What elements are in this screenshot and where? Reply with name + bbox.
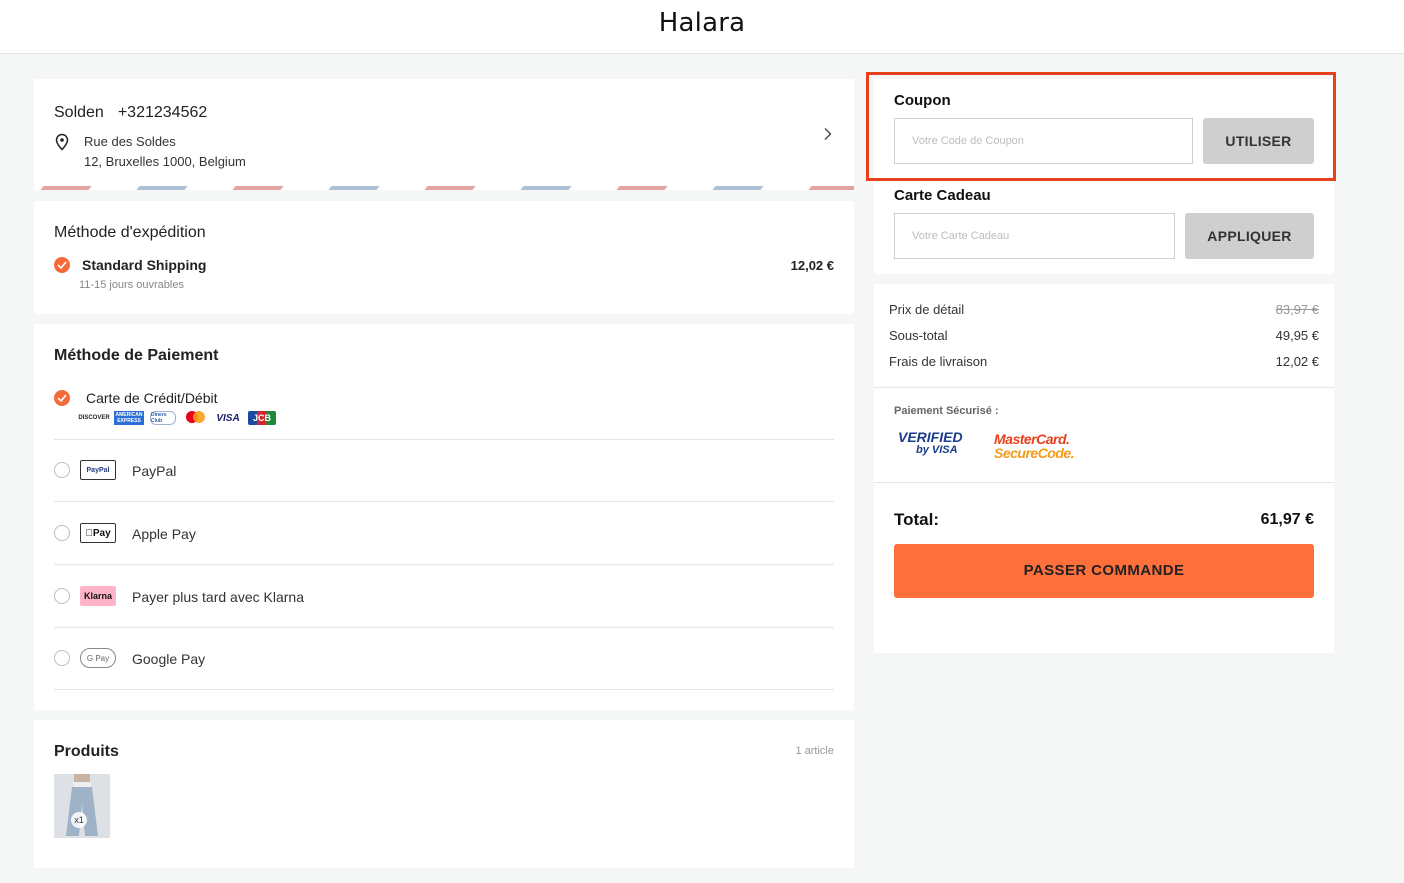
mastercard-logo — [182, 411, 208, 425]
product-image — [54, 774, 110, 838]
apple-pay-icon: Pay — [80, 523, 116, 543]
subtotal-value: 49,95 € — [1275, 328, 1319, 343]
paypal-icon: PayPal — [80, 460, 116, 480]
gift-card-input[interactable] — [894, 213, 1175, 259]
retail-price-label: Prix de détail — [889, 302, 965, 317]
retail-price-row: Prix de détail 83,97 € — [889, 302, 1319, 317]
card-logos: DISCOVER AMERICAN EXPRESS Diners Club VI… — [78, 410, 276, 426]
top-bar: Halara — [0, 0, 1404, 54]
payment-method-card: Méthode de Paiement Carte de Crédit/Débi… — [34, 324, 854, 710]
apple-pay-radio[interactable] — [54, 525, 70, 541]
divider — [874, 482, 1334, 483]
apple-pay-label[interactable]: Apple Pay — [132, 526, 196, 542]
address-contact: Solden +321234562 — [54, 104, 207, 122]
shipping-fee-value: 12,02 € — [1275, 354, 1319, 369]
halara-logo[interactable]: Halara — [0, 8, 1404, 38]
paypal-label[interactable]: PayPal — [132, 463, 176, 479]
shipping-option-name: Standard Shipping — [82, 257, 207, 273]
visa-logo: VISA — [216, 412, 240, 424]
shipping-fee-row: Frais de livraison 12,02 € — [889, 354, 1319, 369]
products-title: Produits — [54, 743, 119, 760]
diners-club-logo: Diners Club — [150, 411, 176, 425]
address-city: 12, Bruxelles 1000, Belgium — [84, 154, 246, 169]
airmail-border — [34, 186, 854, 190]
retail-price-value: 83,97 € — [1275, 302, 1319, 317]
address-street: Rue des Soldes — [84, 134, 176, 149]
divider — [54, 439, 834, 440]
product-thumbnail[interactable]: x1 — [54, 774, 110, 838]
total-value: 61,97 € — [1260, 511, 1314, 528]
discover-logo: DISCOVER — [78, 415, 110, 421]
mastercard-securecode-logo: MasterCard. SecureCode. — [994, 431, 1075, 461]
card-payment-label[interactable]: Carte de Crédit/Débit — [86, 390, 218, 406]
shipping-option-duration: 11-15 jours ouvrables — [79, 279, 184, 291]
divider — [54, 689, 834, 690]
google-pay-radio[interactable] — [54, 650, 70, 666]
products-count: 1 article — [795, 745, 834, 757]
subtotal-label: Sous-total — [889, 328, 948, 343]
google-pay-icon: G Pay — [80, 648, 116, 668]
divider — [54, 564, 834, 565]
card-payment-checked-icon[interactable] — [54, 390, 70, 406]
products-card: Produits 1 article x1 — [34, 720, 854, 868]
amex-logo: AMERICAN EXPRESS — [114, 411, 144, 425]
product-quantity-badge: x1 — [71, 812, 87, 828]
shipping-method-card: Méthode d'expédition Standard Shipping 1… — [34, 201, 854, 314]
google-pay-label[interactable]: Google Pay — [132, 651, 205, 667]
divider — [54, 627, 834, 628]
jcb-logo: JCB — [248, 411, 276, 425]
order-summary-card: Prix de détail 83,97 € Sous-total 49,95 … — [874, 284, 1334, 653]
chevron-right-icon[interactable] — [822, 127, 834, 141]
klarna-radio[interactable] — [54, 588, 70, 604]
payment-method-title: Méthode de Paiement — [54, 347, 219, 364]
gift-card-apply-button[interactable]: APPLIQUER — [1185, 213, 1314, 259]
total-label: Total: — [894, 510, 940, 529]
shipping-option-price: 12,02 € — [790, 258, 834, 273]
shipping-method-title: Méthode d'expédition — [54, 224, 206, 241]
divider — [874, 387, 1334, 388]
place-order-button[interactable]: PASSER COMMANDE — [894, 544, 1314, 598]
secure-payment-label: Paiement Sécurisé : — [894, 405, 999, 417]
divider — [54, 501, 834, 502]
shipping-address-card[interactable]: Solden +321234562 Rue des Soldes 12, Brux… — [34, 79, 854, 190]
verified-by-visa-logo: VERIFIED by VISA — [898, 429, 963, 456]
paypal-radio[interactable] — [54, 462, 70, 478]
shipping-checked-icon[interactable] — [54, 257, 70, 273]
gift-card-title: Carte Cadeau — [894, 187, 991, 204]
klarna-label[interactable]: Payer plus tard avec Klarna — [132, 589, 304, 605]
address-name: Solden — [54, 104, 104, 121]
address-phone: +321234562 — [117, 104, 208, 121]
location-pin-icon — [55, 133, 69, 151]
shipping-fee-label: Frais de livraison — [889, 354, 988, 369]
subtotal-row: Sous-total 49,95 € — [889, 328, 1319, 343]
coupon-highlight-box — [866, 72, 1336, 181]
klarna-icon: Klarna — [80, 586, 116, 606]
